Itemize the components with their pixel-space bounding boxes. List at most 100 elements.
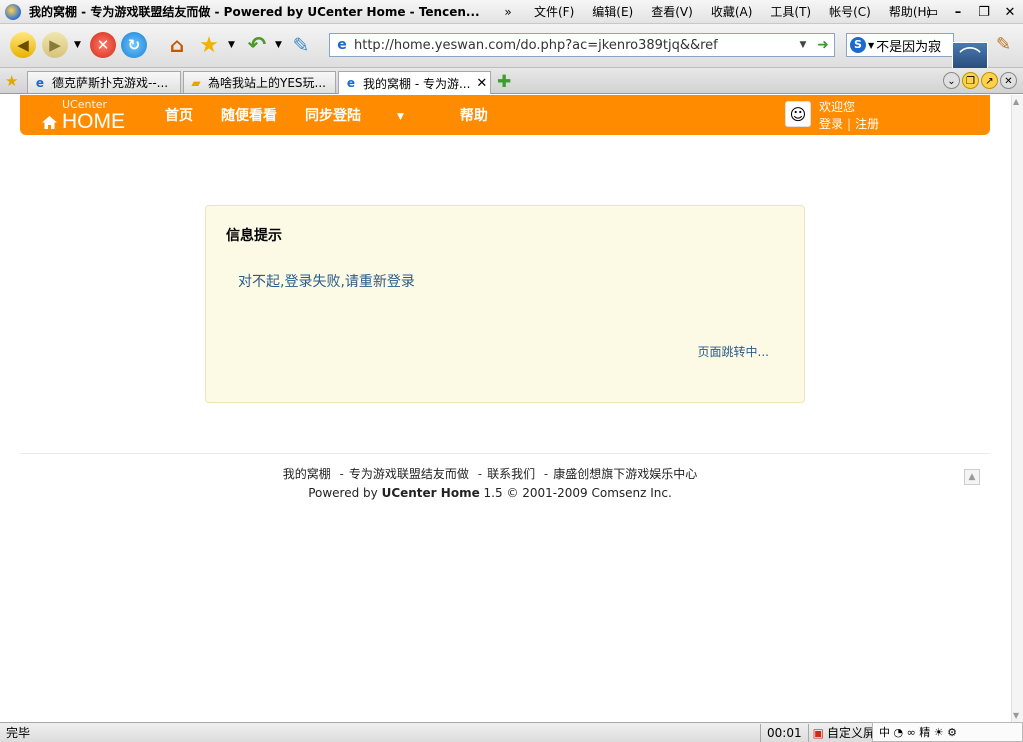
powered-by: Powered by UCenter Home 1.5 © 2001-2009 … — [20, 484, 960, 503]
welcome-text: 欢迎您 — [819, 100, 856, 114]
menu-edit[interactable]: 编辑(E) — [583, 3, 642, 20]
powered-brand-link[interactable]: UCenter Home — [382, 486, 480, 500]
menu-account[interactable]: 帐号(C) — [820, 3, 880, 20]
tab-texas-poker[interactable]: e 德克萨斯扑克游戏--... — [27, 71, 181, 93]
vertical-scrollbar[interactable]: ▲ ▼ — [1011, 95, 1023, 722]
forward-button[interactable]: ▶ — [42, 32, 68, 58]
stop-button[interactable]: ✕ — [90, 32, 116, 58]
message-text: 对不起,登录失败,请重新登录 — [238, 274, 415, 290]
window-controls: ▭ – ❐ ✕ — [919, 0, 1023, 24]
caret-down-icon[interactable]: ▼ — [397, 112, 404, 122]
footer-separator: - — [477, 467, 483, 481]
refresh-button[interactable]: ↻ — [121, 32, 147, 58]
browser-title-bar: 我的窝棚 - 专为游戏联盟结友而做 - Powered by UCenter H… — [0, 0, 1023, 24]
search-box[interactable]: S ▼ 不是因为寂 — [846, 33, 954, 57]
address-url[interactable]: http://home.yeswan.com/do.php?ac=jkenro3… — [354, 38, 794, 53]
ie-icon: e — [35, 75, 45, 90]
nav-help[interactable]: 帮助 — [460, 105, 488, 125]
nav-browse[interactable]: 随便看看 — [221, 105, 277, 125]
footer-link-slogan[interactable]: 专为游戏联盟结友而做 — [349, 467, 469, 481]
chat-icon: ▰ — [191, 75, 201, 90]
site-header: UCenter HOME 首页 随便看看 同步登陆 ▼ 帮助 ☺ 欢迎您 登录 | 注… — [20, 95, 990, 135]
more-chevron-icon[interactable]: » — [499, 5, 517, 19]
tab-my-shack[interactable]: e 我的窝棚 - 专为游... ✕ — [338, 71, 491, 94]
address-dropdown-icon[interactable]: ▼ — [794, 40, 812, 50]
chat-bubble-icon[interactable]: ▭ — [919, 5, 945, 20]
page-viewport: UCenter HOME 首页 随便看看 同步登陆 ▼ 帮助 ☺ 欢迎您 登录 | 注… — [0, 95, 1011, 722]
message-box: 信息提示 对不起,登录失败,请重新登录 页面跳转中... — [205, 205, 805, 403]
scroll-up-icon[interactable]: ▲ — [1013, 97, 1019, 106]
home-icon[interactable]: ⌂ — [164, 32, 190, 58]
user-links: 欢迎您 登录 | 注册 — [819, 99, 879, 133]
menu-tools[interactable]: 工具(T) — [761, 3, 820, 20]
house-icon — [42, 116, 57, 129]
powered-suffix: 1.5 © 2001-2009 Comsenz Inc. — [483, 486, 672, 500]
pen-tool-icon[interactable]: ✎ — [996, 34, 1016, 58]
status-zoom[interactable]: ▣自定义屏幕 — [807, 723, 878, 742]
go-arrow-icon[interactable]: ➜ — [812, 37, 834, 53]
status-bar: 完毕 00:01 ▣自定义屏幕 — [0, 722, 1023, 742]
menu-file[interactable]: 文件(F) — [525, 3, 583, 20]
tab-label: 我的窝棚 - 专为游... — [363, 76, 471, 91]
favorites-dropdown-icon[interactable]: ▼ — [228, 40, 235, 50]
ucenter-home-logo[interactable]: UCenter HOME — [42, 99, 125, 133]
nav-sync-login-label: 同步登陆 — [305, 108, 361, 124]
tab-label: 德克萨斯扑克游戏--... — [52, 76, 169, 90]
ime-toolbar[interactable]: 中 ◔ ∞ 精 ☀ ⚙ — [872, 722, 1023, 742]
tab-close-all-icon[interactable]: ✕ — [1000, 72, 1017, 89]
tab-yes-play-question[interactable]: ▰ 為啥我站上的YES玩... — [183, 71, 336, 93]
undo-close-tab-icon[interactable]: ↶ — [244, 32, 270, 58]
browser-logo-icon — [5, 3, 21, 20]
register-link[interactable]: 注册 — [855, 117, 879, 131]
footer: 我的窝棚 - 专为游戏联盟结友而做 - 联系我们 - 康盛创想旗下游戏娱乐中心 Pow… — [20, 465, 960, 503]
address-bar[interactable]: e http://home.yeswan.com/do.php?ac=jkenr… — [329, 33, 835, 57]
message-title: 信息提示 — [226, 228, 282, 244]
back-button[interactable]: ◀ — [10, 32, 36, 58]
tab-list-icon[interactable]: ⌄ — [943, 72, 960, 89]
footer-link-site[interactable]: 我的窝棚 — [283, 467, 331, 481]
ime-text: 中 ◔ ∞ 精 ☀ ⚙ — [879, 726, 957, 739]
history-dropdown-icon[interactable]: ▼ — [74, 40, 81, 50]
search-engine-icon[interactable]: S — [850, 37, 866, 53]
restore-button[interactable]: ❐ — [971, 5, 997, 20]
search-engine-dropdown-icon[interactable]: ▼ — [868, 41, 874, 50]
footer-links: 我的窝棚 - 专为游戏联盟结友而做 - 联系我们 - 康盛创想旗下游戏娱乐中心 — [20, 465, 960, 484]
tab-bar: ★ e 德克萨斯扑克游戏--... ▰ 為啥我站上的YES玩... e 我的窝棚… — [0, 68, 1023, 94]
undo-dropdown-icon[interactable]: ▼ — [275, 40, 282, 50]
avatar[interactable]: ☺ — [785, 101, 811, 127]
footer-link-comsenz[interactable]: 康盛创想旗下游戏娱乐中心 — [553, 467, 697, 481]
login-link[interactable]: 登录 — [819, 117, 843, 131]
logo-ucenter-text: UCenter — [62, 98, 108, 111]
menu-favorites[interactable]: 收藏(A) — [702, 3, 762, 20]
status-zoom-label: 自定义屏幕 — [826, 725, 878, 740]
close-tab-icon[interactable]: ✕ — [476, 76, 487, 91]
logo-main-text: HOME — [62, 110, 125, 133]
redirect-link[interactable]: 页面跳转中... — [698, 343, 769, 360]
new-tab-icon[interactable]: ✚ — [497, 72, 511, 92]
scroll-top-icon[interactable]: ▲ — [964, 469, 980, 485]
nav-home[interactable]: 首页 — [165, 105, 193, 125]
zoom-icon: ▣ — [812, 725, 824, 740]
scroll-down-icon[interactable]: ▼ — [1013, 711, 1019, 720]
footer-separator: - — [339, 467, 344, 481]
close-window-button[interactable]: ✕ — [997, 5, 1023, 20]
ie-icon: e — [346, 76, 356, 90]
minimize-button[interactable]: – — [945, 5, 971, 20]
nav-sync-login[interactable]: 同步登陆 ▼ — [305, 105, 432, 125]
favorites-star-icon[interactable]: ★ — [196, 32, 222, 58]
logo-home-text: HOME — [42, 110, 125, 133]
tab-restore-icon[interactable]: ❐ — [962, 72, 979, 89]
footer-link-contact[interactable]: 联系我们 — [487, 467, 535, 481]
status-text: 完毕 — [6, 726, 31, 740]
status-time: 00:01 — [760, 723, 808, 742]
window-title: 我的窝棚 - 专为游戏联盟结友而做 - Powered by UCenter H… — [29, 5, 480, 19]
footer-divider — [20, 453, 990, 454]
search-input[interactable]: 不是因为寂 — [876, 36, 941, 55]
cleanup-brush-icon[interactable]: ✎ — [288, 32, 314, 58]
tab-controls: ⌄ ❐ ↗ ✕ — [941, 72, 1017, 89]
favorites-bar-star-icon[interactable]: ★ — [5, 72, 18, 90]
tab-pin-icon[interactable]: ↗ — [981, 72, 998, 89]
menu-view[interactable]: 查看(V) — [642, 3, 702, 20]
link-separator: | — [847, 117, 852, 131]
menu-bar: 文件(F) 编辑(E) 查看(V) 收藏(A) 工具(T) 帐号(C) 帮助(H… — [525, 3, 940, 20]
